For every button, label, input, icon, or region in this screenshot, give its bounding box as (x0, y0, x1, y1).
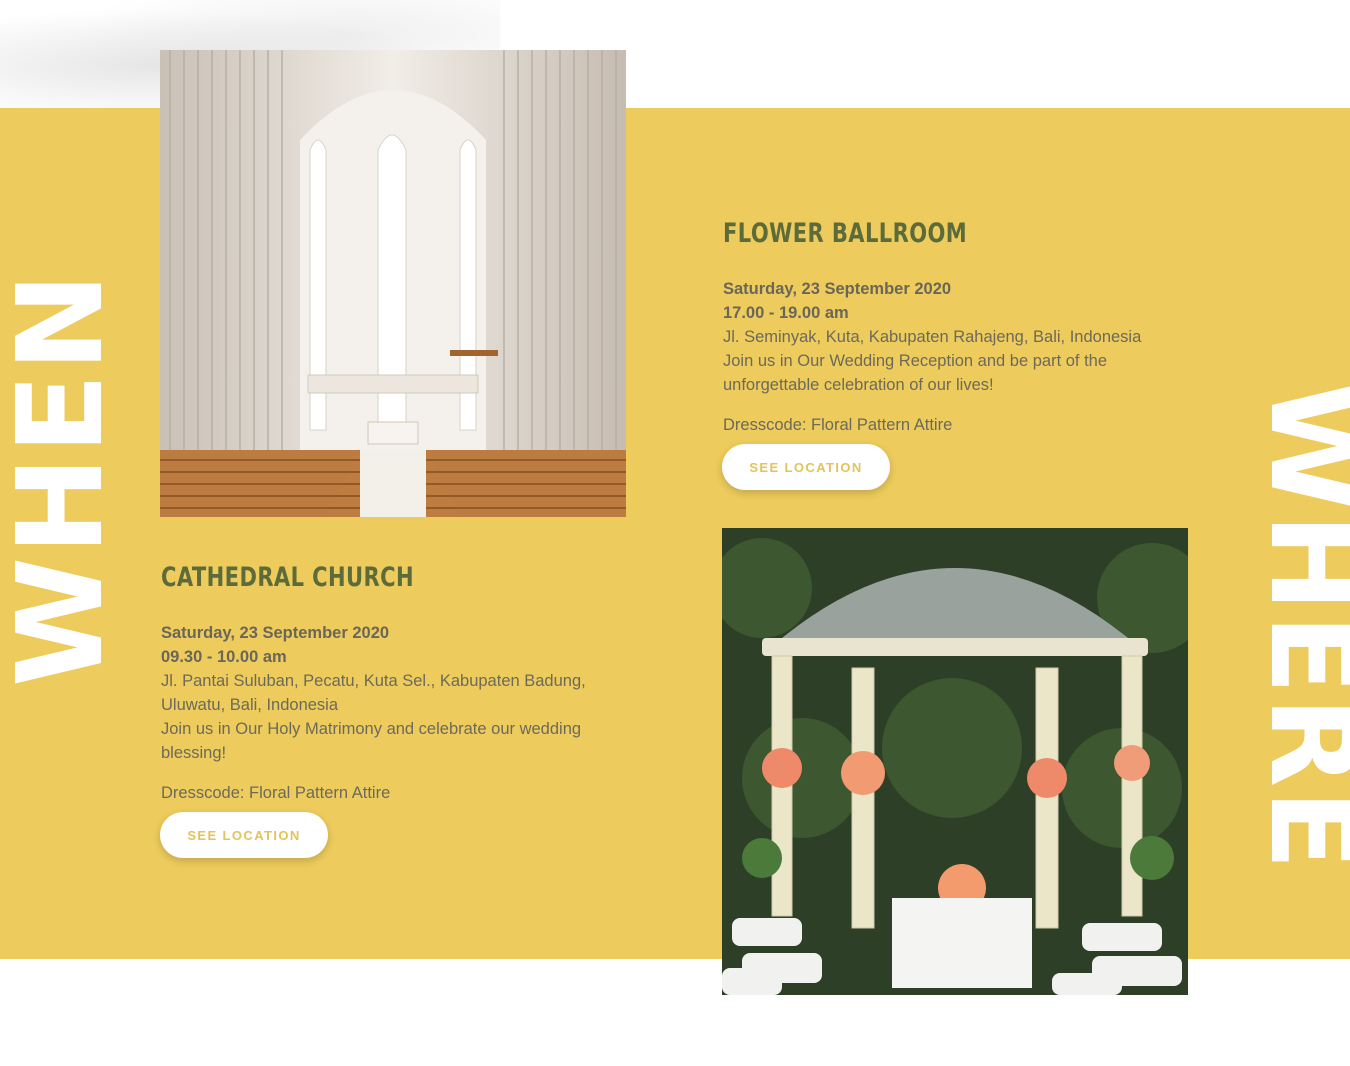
reception-time: 17.00 - 19.00 am (723, 304, 849, 322)
ceremony-see-location-button[interactable]: SEE LOCATION (160, 812, 328, 858)
reception-dresscode: Dresscode: Floral Pattern Attire (723, 416, 953, 434)
reception-description: Join us in Our Wedding Reception and be … (723, 352, 1108, 394)
ceremony-time: 09.30 - 10.00 am (161, 648, 287, 666)
where-heading: WHERE (1244, 381, 1350, 872)
reception-details: Saturday, 23 September 2020 17.00 - 19.0… (723, 277, 1193, 437)
ceremony-description: Join us in Our Holy Matrimony and celebr… (161, 720, 582, 762)
reception-title: FLOWER BALLROOM (723, 218, 968, 249)
ceremony-date: Saturday, 23 September 2020 (161, 624, 390, 642)
gazebo-illustration (722, 528, 1188, 995)
ceremony-address: Jl. Pantai Suluban, Pecatu, Kuta Sel., K… (161, 672, 586, 714)
reception-see-location-button[interactable]: SEE LOCATION (722, 444, 890, 490)
ceremony-dresscode: Dresscode: Floral Pattern Attire (161, 784, 391, 802)
church-illustration (160, 50, 626, 517)
ceremony-details: Saturday, 23 September 2020 09.30 - 10.0… (161, 621, 631, 805)
when-heading: WHEN (0, 270, 129, 687)
reception-date: Saturday, 23 September 2020 (723, 280, 952, 298)
ceremony-title: CATHEDRAL CHURCH (161, 562, 414, 593)
reception-address: Jl. Seminyak, Kuta, Kabupaten Rahajeng, … (723, 328, 1142, 346)
gazebo-photo (722, 528, 1188, 995)
church-photo (160, 50, 626, 517)
